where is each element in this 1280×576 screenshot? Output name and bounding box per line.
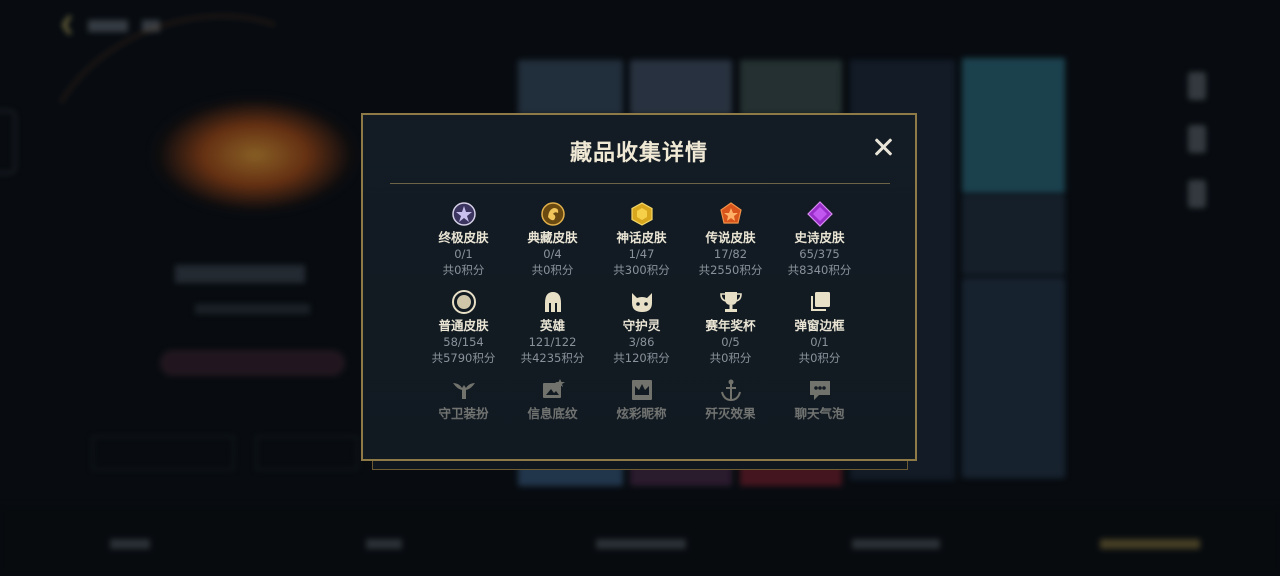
info-pattern-icon [540, 377, 566, 403]
little-legend-icon [629, 289, 655, 315]
season-trophy-icon [718, 289, 744, 315]
collection-item-mythic-skin[interactable]: 神话皮肤 1/47 共300积分 [597, 197, 686, 277]
collection-item-info-pattern[interactable]: 信息底纹 [508, 373, 597, 421]
prestige-skin-icon [540, 201, 566, 227]
popup-frame-icon [807, 289, 833, 315]
modal-title: 藏品收集详情 [569, 141, 708, 166]
collection-item-epic-skin[interactable]: 史诗皮肤 65/375 共8340积分 [775, 197, 864, 277]
legendary-skin-icon [718, 201, 744, 227]
collection-grid: 终极皮肤 0/1 共0积分 典藏皮肤 0/4 共0积分 神话皮肤 1/47 共3… [419, 197, 864, 421]
collection-item-annihilate-effect[interactable]: 歼灭效果 [686, 373, 775, 421]
standard-skin-icon [451, 289, 477, 315]
collection-item-popup-frame[interactable]: 弹窗边框 0/1 共0积分 [775, 285, 864, 365]
collection-item-little-legend[interactable]: 守护灵 3/86 共120积分 [597, 285, 686, 365]
chroma-name-icon [629, 377, 655, 403]
collection-item-ward-skin[interactable]: 守卫装扮 [419, 373, 508, 421]
chat-bubble-icon [807, 377, 833, 403]
collection-item-prestige-skin[interactable]: 典藏皮肤 0/4 共0积分 [508, 197, 597, 277]
collection-item-ultimate-skin[interactable]: 终极皮肤 0/1 共0积分 [419, 197, 508, 277]
collection-item-season-trophy[interactable]: 赛年奖杯 0/5 共0积分 [686, 285, 775, 365]
title-divider [390, 183, 890, 184]
epic-skin-icon [806, 201, 833, 227]
collection-item-chat-bubble[interactable]: 聊天气泡 [775, 373, 864, 421]
collection-details-modal: 藏品收集详情 终极皮肤 0/1 共0积分 典藏皮肤 0/4 共0积分 神话皮肤 … [361, 113, 917, 461]
collection-item-standard-skin[interactable]: 普通皮肤 58/154 共5790积分 [419, 285, 508, 365]
collection-item-champion[interactable]: 英雄 121/122 共4235积分 [508, 285, 597, 365]
collection-item-chroma-name[interactable]: 炫彩昵称 [597, 373, 686, 421]
champion-helmet-icon [540, 289, 566, 315]
collection-item-legendary-skin[interactable]: 传说皮肤 17/82 共2550积分 [686, 197, 775, 277]
ultimate-skin-icon [451, 201, 477, 227]
mythic-skin-icon [629, 201, 655, 227]
close-icon[interactable] [873, 137, 893, 157]
annihilate-effect-icon [718, 377, 744, 403]
ward-skin-icon [451, 377, 477, 403]
